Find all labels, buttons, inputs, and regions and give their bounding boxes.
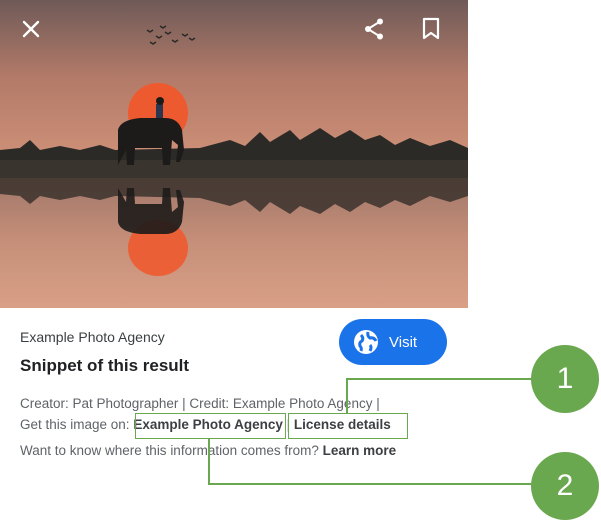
license-details-link[interactable]: License details [294,417,391,432]
info-source-label: Want to know where this information come… [20,443,319,458]
bookmark-button[interactable] [414,12,448,46]
share-button[interactable] [357,12,391,46]
agency-link[interactable]: Example Photo Agency [133,417,283,432]
bookmark-icon [422,17,440,40]
close-icon [22,20,40,38]
callout-1: 1 [531,345,599,413]
globe-icon [354,330,378,354]
result-image[interactable] [0,0,468,308]
elephant-sunset-photo [0,0,468,308]
learn-more-link[interactable]: Learn more [323,443,397,458]
info-source-line: Want to know where this information come… [20,443,396,458]
link-separator: | [286,417,291,432]
result-info-card: Example Photo Agency Snippet of this res… [0,308,468,520]
credit-line: Creator: Pat Photographer | Credit: Exam… [20,396,380,411]
visit-label: Visit [389,333,418,351]
source-name: Example Photo Agency [20,329,165,345]
get-image-line: Get this image on: Example Photo Agency … [20,417,391,432]
get-image-label: Get this image on: [20,417,130,432]
share-icon [365,18,383,40]
result-title: Snippet of this result [20,356,190,375]
close-button[interactable] [14,12,48,46]
visit-button[interactable]: Visit [339,319,447,365]
callout-2: 2 [531,452,599,520]
